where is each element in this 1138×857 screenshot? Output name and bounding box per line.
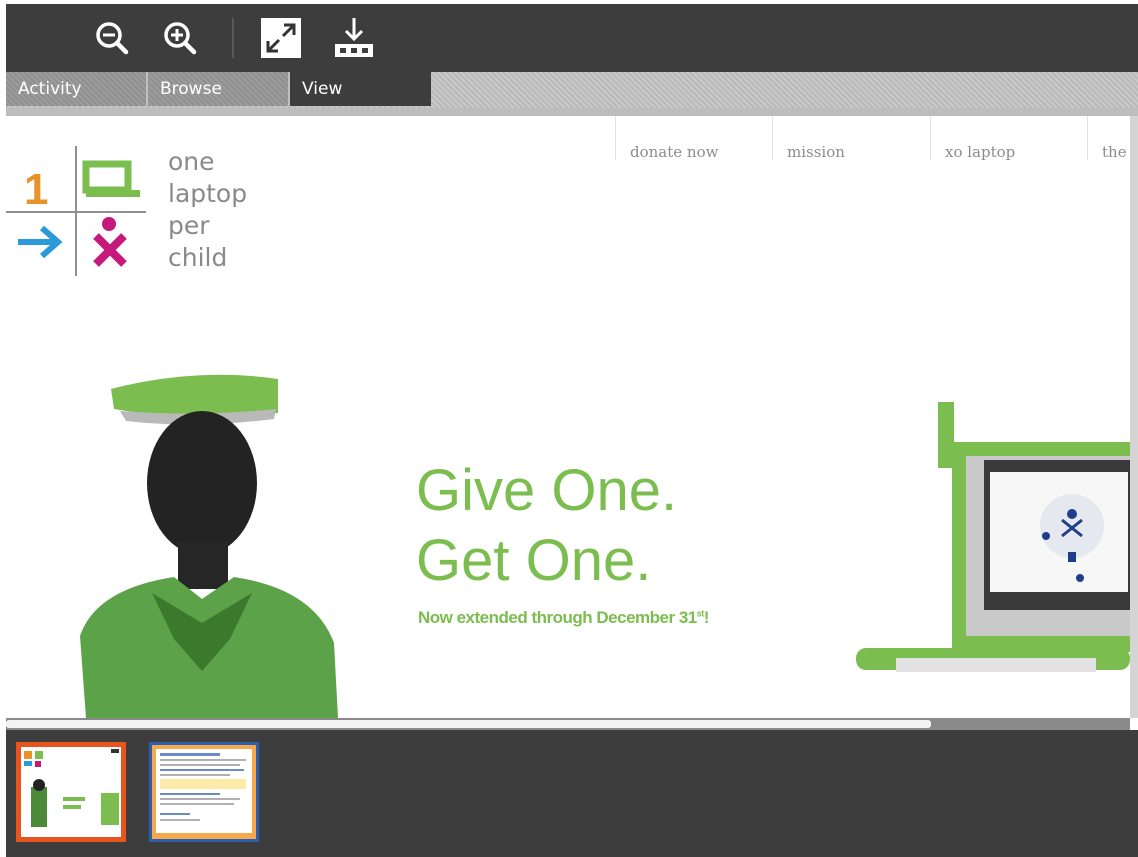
tab-activity[interactable]: Activity xyxy=(6,72,148,106)
thumbnail-tray xyxy=(6,730,1138,857)
logo-digit: 1 xyxy=(24,165,48,214)
fullscreen-icon xyxy=(261,18,301,58)
thumbnail-page-2-preview xyxy=(156,749,252,833)
zoom-out-button[interactable] xyxy=(90,16,134,60)
promo-subline-text: Now extended through December 31 xyxy=(418,608,697,627)
nav-link-donate-now[interactable]: donate now xyxy=(615,116,772,160)
tab-bar: Activity Browse View xyxy=(6,72,1138,108)
logo-line-per: per xyxy=(168,211,210,240)
nav-link-the[interactable]: the xyxy=(1087,116,1130,160)
logo-line-child: child xyxy=(168,243,228,272)
headline: Give One. Get One. xyxy=(416,456,677,596)
olpc-logo[interactable]: 1 one laptop per child xyxy=(6,146,266,276)
thumbnail-page-1[interactable] xyxy=(16,742,126,842)
laptop-icon xyxy=(82,160,140,197)
arrow-right-icon xyxy=(18,225,63,259)
horizontal-scrollbar-thumb[interactable] xyxy=(6,720,931,728)
nav-link-mission[interactable]: mission xyxy=(772,116,930,160)
headline-get-one: Get One. xyxy=(416,528,652,593)
download-button[interactable] xyxy=(332,16,376,60)
xo-laptop-image xyxy=(856,396,1130,718)
zoom-in-button[interactable] xyxy=(158,16,202,60)
app-window: Activity Browse View donate now mission … xyxy=(0,0,1138,857)
tab-view[interactable]: View xyxy=(290,72,431,106)
logo-wordmark: one laptop per child xyxy=(168,146,247,274)
nav-link-xo-laptop[interactable]: xo laptop xyxy=(930,116,1087,160)
logo-line-one: one xyxy=(168,147,215,176)
vertical-scrollbar[interactable] xyxy=(1130,116,1138,718)
tab-browse[interactable]: Browse xyxy=(148,72,290,106)
tab-view-label: View xyxy=(302,79,343,99)
thumbnail-page-1-preview xyxy=(21,747,121,837)
tab-bar-divider xyxy=(6,108,1138,116)
olpc-logo-grid: 1 xyxy=(6,146,146,276)
fullscreen-button[interactable] xyxy=(259,16,303,60)
thumbnail-page-2[interactable] xyxy=(149,742,259,842)
logo-line-laptop: laptop xyxy=(168,179,248,208)
toolbar xyxy=(6,4,1138,72)
headline-give-one: Give One. xyxy=(416,458,678,523)
child-with-laptop-photo xyxy=(56,371,356,718)
zoom-out-icon xyxy=(96,22,129,55)
zoom-in-icon xyxy=(164,22,197,55)
toolbar-separator xyxy=(232,18,234,58)
page-viewport[interactable]: donate now mission xo laptop the 1 one l… xyxy=(6,116,1130,718)
tab-activity-label: Activity xyxy=(18,79,82,99)
promo-subline: Now extended through December 31st! xyxy=(418,608,709,627)
horizontal-scrollbar[interactable] xyxy=(6,718,1130,730)
promo-subline-suffix: st xyxy=(696,608,705,619)
download-icon xyxy=(335,18,373,57)
tab-browse-label: Browse xyxy=(160,79,222,99)
xo-child-icon xyxy=(93,217,127,267)
